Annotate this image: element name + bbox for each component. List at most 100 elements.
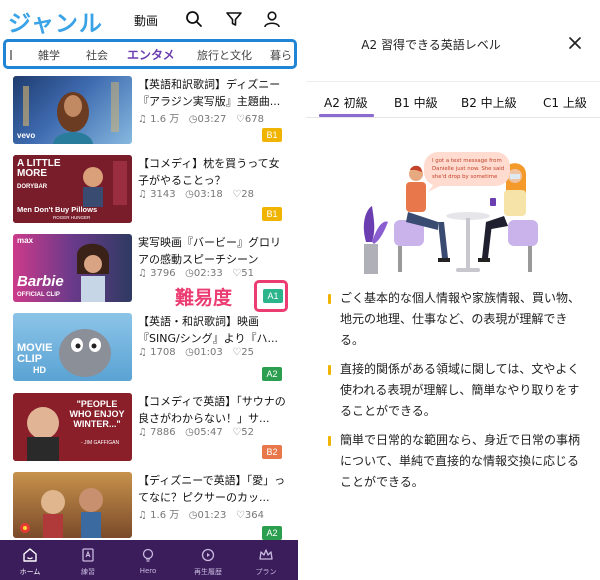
headphones-icon: ♫ (138, 427, 147, 438)
tab-label: 練習 (81, 568, 95, 576)
headphones-icon: ♫ (138, 510, 147, 521)
level-badge: B1 (262, 207, 282, 221)
heart-icon: ♡ (235, 510, 245, 521)
tab-hero[interactable]: Hero (120, 540, 176, 580)
tab-label: Hero (139, 567, 157, 575)
hd-label: HD (33, 365, 46, 375)
difficulty-annotation: 難易度 (175, 287, 233, 309)
duration: 01:03 (193, 347, 223, 358)
clock-icon: ◷ (185, 427, 194, 438)
difficulty-highlight-frame: A1 (254, 280, 288, 312)
video-meta: ♫ 7886 ◷05:47 ♡52 (138, 427, 254, 438)
tab-home[interactable]: ホーム (2, 540, 58, 580)
thumbnail-caption: OFFICIAL CLIP (17, 292, 60, 298)
thumbnail-headline: Barbie (17, 273, 64, 290)
genre-title: ジャンル (8, 11, 103, 37)
thumbnail-headline: MOVIE CLIP (17, 342, 53, 365)
thumbnail-credit: ROGER HUNGER (53, 215, 91, 220)
tab-practice[interactable]: 練習 (60, 540, 116, 580)
duration: 05:47 (193, 427, 223, 438)
thumbnail-art (20, 488, 103, 538)
level-tab-b1[interactable]: B1 中級 (394, 94, 438, 111)
bottom-tab-bar: ホーム 練習 Hero 再生履歴 プラン (0, 540, 298, 580)
video-nav-link[interactable]: 動画 (134, 12, 158, 29)
thumbnail-caption: Men Don't Buy Pillows (17, 205, 98, 214)
heart-icon: ♡ (232, 268, 242, 279)
heart-icon: ♡ (232, 189, 242, 200)
level-description-list: ごく基本的な個人情報や家族情報、買い物、地元の地理、仕事など、の表現が理解できる… (328, 288, 590, 501)
headphones-icon: ♫ (138, 114, 147, 125)
description-item: ごく基本的な個人情報や家族情報、買い物、地元の地理、仕事など、の表現が理解できる… (328, 288, 590, 351)
video-thumbnail (13, 472, 132, 538)
crown-icon (259, 549, 273, 560)
duration: 03:27 (197, 114, 227, 125)
thumbnail-brand: DORYBAR (17, 184, 48, 190)
home-icon (23, 548, 37, 562)
video-title: 【コメディで英語】「サウナの良さがわからない！」サ... (138, 395, 286, 425)
clock-icon: ◷ (185, 347, 194, 358)
view-count: 3796 (150, 268, 176, 279)
video-list-item[interactable]: MOVIE CLIP HD 【英語・和訳歌詞】映画『SING/シング』より『ハ.… (0, 313, 290, 391)
category-tab-travel-culture[interactable]: 旅行と文化 (197, 47, 252, 63)
like-count: 25 (241, 347, 254, 358)
video-thumbnail: A LITTLE MORE DORYBAR Men Don't Buy Pill… (13, 155, 132, 223)
video-meta: ♫ 1.6 万 ◷03:27 ♡678 (138, 110, 264, 125)
video-meta: ♫ 1708 ◷01:03 ♡25 (138, 347, 254, 358)
video-list-item[interactable]: 【ディズニーで英語】「愛」ってなに？ピクサーのカッ... ♫ 1.6 万 ◷01… (0, 472, 290, 550)
filter-icon[interactable] (224, 9, 244, 29)
tab-label: ホーム (19, 568, 41, 576)
category-tab-living[interactable]: 暮ら (270, 47, 292, 63)
level-detail-screen: A2 習得できる英語レベル A2 初級 B1 中級 B2 中上級 C1 上級 I… (306, 0, 600, 580)
account-icon[interactable] (262, 9, 282, 29)
modal-header: A2 習得できる英語レベル (306, 0, 600, 82)
close-icon[interactable] (568, 36, 582, 50)
video-title: 【英語和訳歌詞】ディズニー『アラジン実写版』主題曲... (138, 78, 281, 108)
video-list-screen: ジャンル 動画 雑学 社会 エンタメ 旅行と文化 暮ら vevo 【英語和訳歌詞… (0, 0, 298, 580)
description-item: 直接的関係がある領域に関しては、文やよく使われる表現が理解し、簡単なやり取りをす… (328, 359, 590, 422)
clock-icon: ◷ (188, 510, 198, 521)
tab-plan[interactable]: プラン (238, 540, 294, 580)
video-thumbnail: "PEOPLE WHO ENJOY WINTER..." - JIM GAFFI… (13, 393, 132, 461)
modal-title: A2 習得できる英語レベル (361, 38, 501, 52)
level-tab-a2[interactable]: A2 初級 (324, 94, 368, 111)
video-title: 【ディズニーで英語】「愛」ってなに？ピクサーのカッ... (138, 474, 286, 504)
heart-icon: ♡ (235, 114, 245, 125)
clock-icon: ◷ (185, 268, 194, 279)
video-list-item[interactable]: vevo 【英語和訳歌詞】ディズニー『アラジン実写版』主題曲... ♫ 1.6 … (0, 76, 290, 154)
illustration-art: I got a text message from Danielle just … (363, 152, 538, 274)
video-thumbnail: MOVIE CLIP HD (13, 313, 132, 381)
level-tabs: A2 初級 B1 中級 B2 中上級 C1 上級 (306, 84, 600, 118)
clock-icon: ◷ (188, 114, 198, 125)
category-tab-society[interactable]: 社会 (86, 47, 108, 63)
svg-text:I got a text message from: I got a text message from Danielle just … (432, 158, 506, 180)
category-tab-entertainment[interactable]: エンタメ (127, 46, 175, 63)
app-comparison: ジャンル 動画 雑学 社会 エンタメ 旅行と文化 暮ら vevo 【英語和訳歌詞… (0, 0, 600, 580)
video-thumbnail: max Barbie OFFICIAL CLIP (13, 234, 132, 302)
conversation-illustration: I got a text message from Danielle just … (358, 150, 568, 278)
like-count: 678 (244, 114, 264, 125)
search-icon[interactable] (184, 9, 204, 29)
lightbulb-icon (142, 548, 154, 562)
video-title: 実写映画『バービー』グロリアの感動スピーチシーン (138, 236, 281, 266)
level-badge[interactable]: A1 (263, 289, 283, 303)
view-count: 3143 (150, 189, 176, 200)
like-count: 28 (241, 189, 254, 200)
thumbnail-headline: A LITTLE MORE (17, 158, 61, 179)
duration: 02:33 (193, 268, 223, 279)
video-list-item[interactable]: A LITTLE MORE DORYBAR Men Don't Buy Pill… (0, 155, 290, 233)
headphones-icon: ♫ (138, 189, 147, 200)
clock-icon: ◷ (185, 189, 194, 200)
max-logo: max (17, 236, 34, 245)
video-list-item[interactable]: "PEOPLE WHO ENJOY WINTER..." - JIM GAFFI… (0, 393, 290, 471)
tab-history[interactable]: 再生履歴 (180, 540, 236, 580)
level-tab-b2[interactable]: B2 中上級 (461, 94, 517, 111)
video-title: 【英語・和訳歌詞】映画『SING/シング』より『ハ... (138, 315, 278, 345)
view-count: 1.6 万 (150, 510, 180, 521)
level-badge: B1 (262, 128, 282, 142)
level-tab-c1[interactable]: C1 上級 (543, 94, 587, 111)
category-tab-trivia[interactable]: 雑学 (38, 47, 60, 63)
video-meta: ♫ 1.6 万 ◷01:23 ♡364 (138, 506, 264, 521)
video-list-item[interactable]: max Barbie OFFICIAL CLIP 実写映画『バービー』グロリアの… (0, 234, 290, 312)
history-icon (201, 548, 215, 562)
level-badge: B2 (262, 445, 282, 459)
